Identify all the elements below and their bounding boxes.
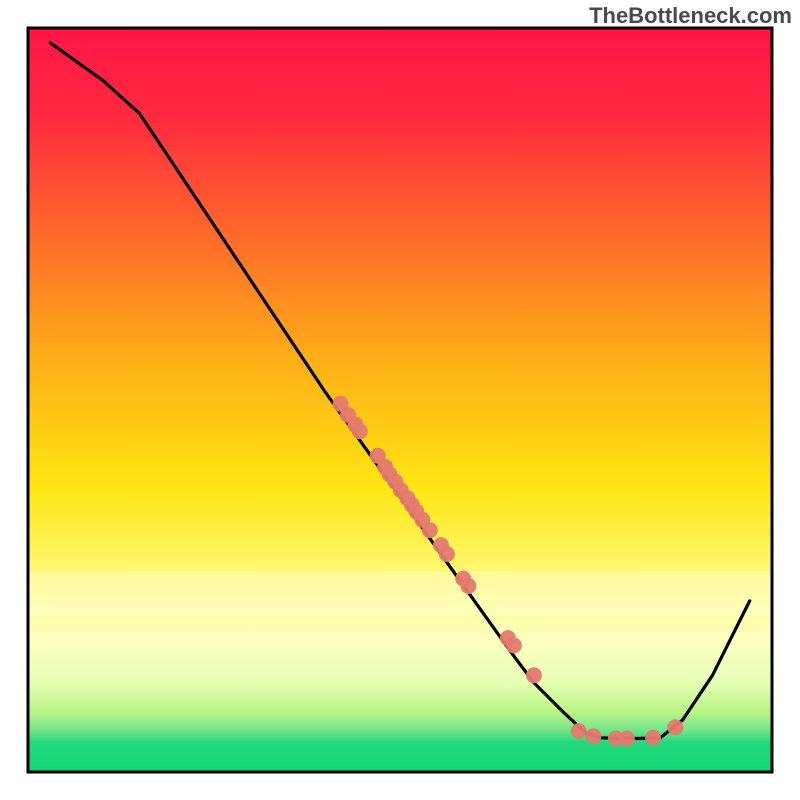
data-point — [422, 522, 438, 538]
watermark-text: TheBottleneck.com — [589, 3, 792, 29]
data-point — [619, 731, 635, 747]
data-point — [439, 546, 455, 562]
chart-container: TheBottleneck.com — [0, 0, 800, 800]
data-point — [352, 423, 368, 439]
data-point — [571, 723, 587, 739]
data-point — [585, 728, 601, 744]
chart-plot — [0, 0, 800, 800]
data-point — [506, 638, 522, 654]
data-point — [526, 667, 542, 683]
data-point — [667, 719, 683, 735]
data-point — [460, 578, 476, 594]
data-point — [645, 730, 661, 746]
